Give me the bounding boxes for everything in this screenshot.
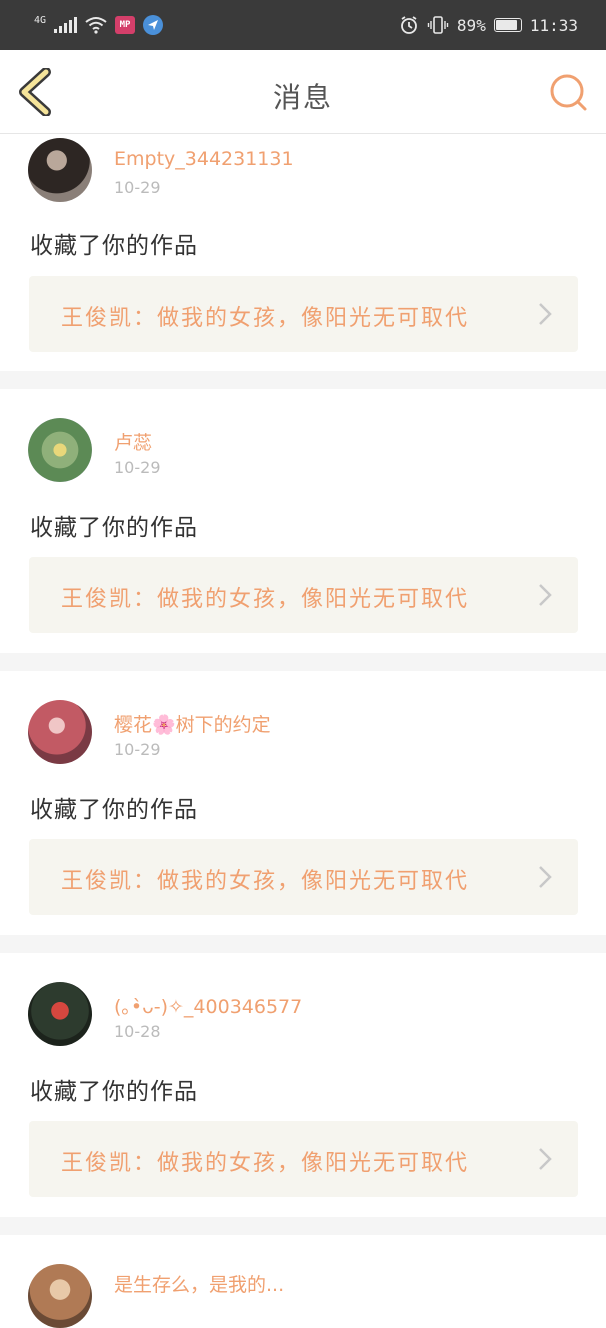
- status-left: 4G MP: [34, 15, 164, 35]
- username[interactable]: (｡•̀ᴗ-)✧_400346577: [114, 992, 302, 1019]
- chevron-right-icon: [539, 303, 552, 325]
- search-icon: [550, 74, 587, 111]
- message-card: Empty_344231131 10-29 收藏了你的作品 王俊凯：做我的女孩，…: [0, 134, 606, 371]
- message-card: 卢蕊 10-29 收藏了你的作品 王俊凯：做我的女孩，像阳光无可取代: [0, 389, 606, 653]
- app-header: 消息: [0, 50, 606, 134]
- avatar[interactable]: [28, 982, 92, 1046]
- wifi-icon: [85, 17, 107, 34]
- card-divider: [0, 1217, 606, 1235]
- status-right: 89% 11:33: [399, 15, 578, 35]
- page-title: 消息: [272, 81, 333, 114]
- vibrate-icon: [427, 16, 449, 34]
- network-type: 4G: [34, 15, 47, 26]
- card-divider: [0, 371, 606, 389]
- work-title: 王俊凯：做我的女孩，像阳光无可取代: [61, 869, 470, 894]
- chevron-right-icon: [539, 866, 552, 888]
- username[interactable]: Empty_344231131: [114, 148, 294, 170]
- message-date: 10-29: [114, 740, 161, 759]
- action-text: 收藏了你的作品: [30, 233, 198, 259]
- work-link[interactable]: 王俊凯：做我的女孩，像阳光无可取代: [29, 557, 578, 633]
- battery-percent: 89%: [456, 15, 486, 35]
- chevron-right-icon: [539, 1148, 552, 1170]
- work-title: 王俊凯：做我的女孩，像阳光无可取代: [61, 306, 470, 331]
- message-card: (｡•̀ᴗ-)✧_400346577 10-28 收藏了你的作品 王俊凯：做我的…: [0, 953, 606, 1217]
- navigation-icon: [143, 15, 164, 35]
- chevron-right-icon: [539, 584, 552, 606]
- signal-icon: [54, 17, 78, 33]
- message-date: 10-29: [114, 458, 161, 477]
- work-link[interactable]: 王俊凯：做我的女孩，像阳光无可取代: [29, 839, 578, 915]
- work-title: 王俊凯：做我的女孩，像阳光无可取代: [61, 1151, 470, 1176]
- username[interactable]: 是生存么，是我的...: [114, 1270, 284, 1297]
- clock: 11:33: [529, 15, 578, 35]
- avatar[interactable]: [28, 418, 92, 482]
- work-link[interactable]: 王俊凯：做我的女孩，像阳光无可取代: [29, 276, 578, 352]
- avatar[interactable]: [28, 1264, 92, 1328]
- message-feed: Empty_344231131 10-29 收藏了你的作品 王俊凯：做我的女孩，…: [0, 134, 606, 1328]
- card-divider: [0, 653, 606, 671]
- username[interactable]: 卢蕊: [114, 428, 152, 455]
- message-card: 是生存么，是我的...: [0, 1235, 606, 1328]
- username[interactable]: 樱花🌸树下的约定: [114, 710, 271, 737]
- alarm-icon: [401, 16, 417, 34]
- action-text: 收藏了你的作品: [30, 1079, 198, 1105]
- search-button[interactable]: [548, 72, 588, 112]
- status-bar: 4G MP 89% 11:33: [0, 0, 606, 50]
- app-badge-icon: MP: [115, 16, 136, 34]
- avatar[interactable]: [28, 700, 92, 764]
- work-link[interactable]: 王俊凯：做我的女孩，像阳光无可取代: [29, 1121, 578, 1197]
- battery-icon: [493, 18, 522, 32]
- action-text: 收藏了你的作品: [30, 515, 198, 541]
- avatar[interactable]: [28, 138, 92, 202]
- card-divider: [0, 935, 606, 953]
- action-text: 收藏了你的作品: [30, 797, 198, 823]
- message-card: 樱花🌸树下的约定 10-29 收藏了你的作品 王俊凯：做我的女孩，像阳光无可取代: [0, 671, 606, 935]
- message-date: 10-28: [114, 1022, 161, 1041]
- message-date: 10-29: [114, 178, 161, 197]
- work-title: 王俊凯：做我的女孩，像阳光无可取代: [61, 587, 470, 612]
